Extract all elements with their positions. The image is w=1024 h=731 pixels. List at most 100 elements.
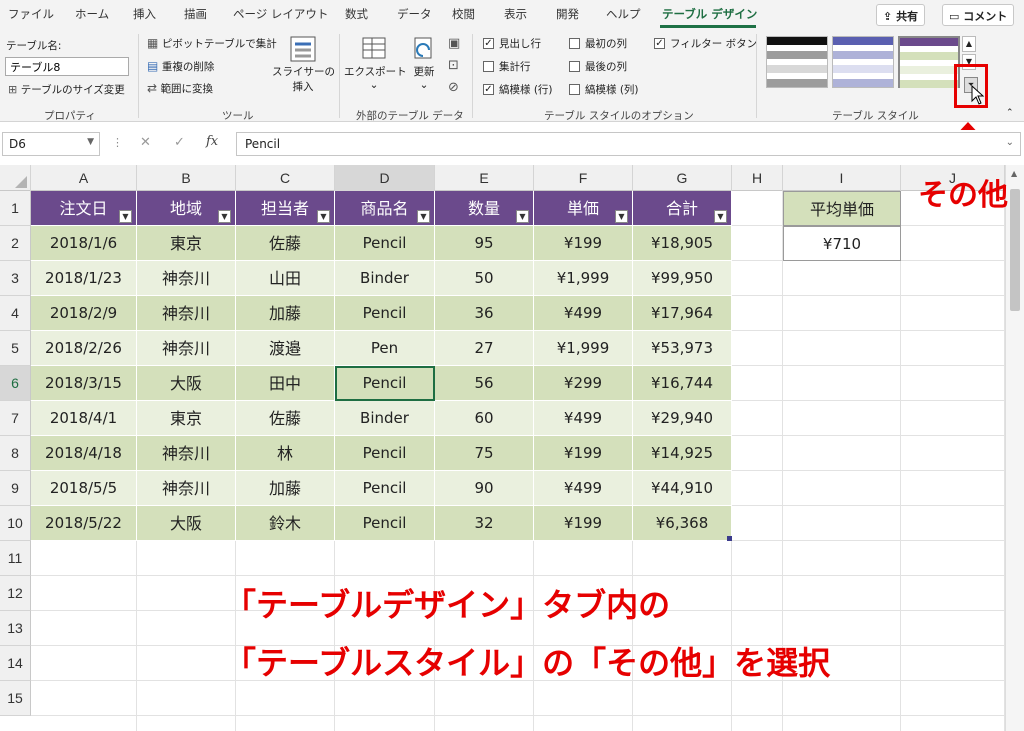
row-header-13[interactable]: 13 [0,611,31,646]
tab-draw[interactable]: 描画 [184,6,207,22]
table-cell[interactable]: 神奈川 [137,296,236,331]
empty-cell[interactable] [732,436,783,471]
table-cell[interactable]: ¥18,905 [633,226,732,261]
unlink-icon[interactable]: ⊘ [448,80,459,95]
avg-price-label-cell[interactable]: 平均単価 [783,191,901,226]
tab-help[interactable]: ヘルプ [606,6,641,22]
table-cell[interactable]: 加藤 [236,471,335,506]
empty-cell[interactable] [732,716,783,731]
comment-button[interactable]: ▭ コメント [942,4,1015,26]
empty-cell[interactable] [732,296,783,331]
empty-cell[interactable] [901,576,1005,611]
table-cell[interactable]: ¥53,973 [633,331,732,366]
insert-slicer-button[interactable]: スライサーの 挿入 [272,34,335,100]
empty-cell[interactable] [31,681,137,716]
cancel-icon[interactable]: ✕ [140,135,151,150]
empty-cell[interactable] [901,506,1005,541]
table-cell[interactable]: 加藤 [236,296,335,331]
empty-cell[interactable] [732,541,783,576]
name-box[interactable]: D6 ▼ [2,132,100,156]
table-cell[interactable]: 山田 [236,261,335,296]
tab-data[interactable]: データ [397,6,432,22]
table-cell[interactable]: 2018/5/5 [31,471,137,506]
empty-cell[interactable] [137,576,236,611]
empty-cell[interactable] [783,261,901,296]
empty-cell[interactable] [783,471,901,506]
empty-cell[interactable] [732,226,783,261]
empty-cell[interactable] [31,576,137,611]
empty-cell[interactable] [633,716,732,731]
table-header-f[interactable]: 単価 ▼ [534,191,633,226]
table-cell[interactable]: Pencil [335,506,435,541]
column-header-g[interactable]: G [633,165,732,191]
column-header-i[interactable]: I [783,165,901,191]
row-header-4[interactable]: 4 [0,296,31,331]
empty-cell[interactable] [901,471,1005,506]
empty-cell[interactable] [732,576,783,611]
table-cell[interactable]: 林 [236,436,335,471]
empty-cell[interactable] [732,366,783,401]
enter-icon[interactable]: ✓ [174,135,185,150]
table-cell[interactable]: 27 [435,331,534,366]
table-cell[interactable]: ¥499 [534,296,633,331]
row-header-12[interactable]: 12 [0,576,31,611]
tab-page-layout[interactable]: ページ レイアウト [233,6,328,22]
empty-cell[interactable] [901,366,1005,401]
table-header-a[interactable]: 注文日 ▼ [31,191,137,226]
row-header-8[interactable]: 8 [0,436,31,471]
empty-cell[interactable] [137,646,236,681]
table-resize-handle[interactable] [727,536,732,541]
last-column-checkbox[interactable] [569,61,580,72]
empty-cell[interactable] [435,681,534,716]
column-header-d[interactable]: D [335,165,435,191]
resize-table-button[interactable]: ⊞ テーブルのサイズ変更 [8,82,125,97]
column-header-b[interactable]: B [137,165,236,191]
row-header-7[interactable]: 7 [0,401,31,436]
table-style-purple-green-selected[interactable] [898,36,960,88]
empty-cell[interactable] [901,401,1005,436]
gallery-more-button[interactable]: ⏷ [954,64,988,108]
tab-home[interactable]: ホーム [75,6,109,22]
table-cell[interactable]: 2018/4/1 [31,401,137,436]
row-header-14[interactable]: 14 [0,646,31,681]
table-style-dark[interactable] [766,36,828,88]
empty-cell[interactable] [901,261,1005,296]
table-header-g[interactable]: 合計 ▼ [633,191,732,226]
table-cell[interactable]: 神奈川 [137,436,236,471]
filter-dropdown-icon[interactable]: ▼ [417,210,430,223]
table-cell[interactable]: 鈴木 [236,506,335,541]
empty-cell[interactable] [783,436,901,471]
empty-cell[interactable] [732,471,783,506]
table-cell[interactable]: 56 [435,366,534,401]
tab-review[interactable]: 校閲 [452,6,475,22]
row-header-15[interactable]: 15 [0,681,31,716]
table-cell[interactable]: ¥499 [534,401,633,436]
table-cell[interactable]: 東京 [137,401,236,436]
empty-cell[interactable] [137,716,236,731]
table-cell[interactable]: 大阪 [137,506,236,541]
table-cell[interactable]: ¥99,950 [633,261,732,296]
table-cell[interactable]: Binder [335,261,435,296]
table-cell[interactable]: ¥499 [534,471,633,506]
table-cell[interactable]: 神奈川 [137,331,236,366]
table-cell[interactable]: 50 [435,261,534,296]
table-cell[interactable]: Pencil [335,471,435,506]
first-column-checkbox[interactable] [569,38,580,49]
empty-cell[interactable] [236,716,335,731]
table-cell[interactable]: 2018/1/6 [31,226,137,261]
row-header-9[interactable]: 9 [0,471,31,506]
empty-cell[interactable] [31,541,137,576]
empty-cell[interactable] [335,541,435,576]
column-header-c[interactable]: C [236,165,335,191]
vertical-scroll-thumb[interactable] [1010,189,1020,311]
tab-table-design[interactable]: テーブル デザイン [662,6,757,22]
table-cell[interactable]: ¥199 [534,506,633,541]
vertical-scrollbar[interactable]: ▲ [1005,165,1024,731]
tab-view[interactable]: 表示 [504,6,527,22]
avg-price-value-cell[interactable]: ¥710 [783,226,901,261]
open-in-browser-icon[interactable]: ⊡ [448,58,459,73]
table-cell[interactable]: 佐藤 [236,401,335,436]
column-header-f[interactable]: F [534,165,633,191]
table-cell[interactable]: 2018/5/22 [31,506,137,541]
empty-cell[interactable] [732,401,783,436]
